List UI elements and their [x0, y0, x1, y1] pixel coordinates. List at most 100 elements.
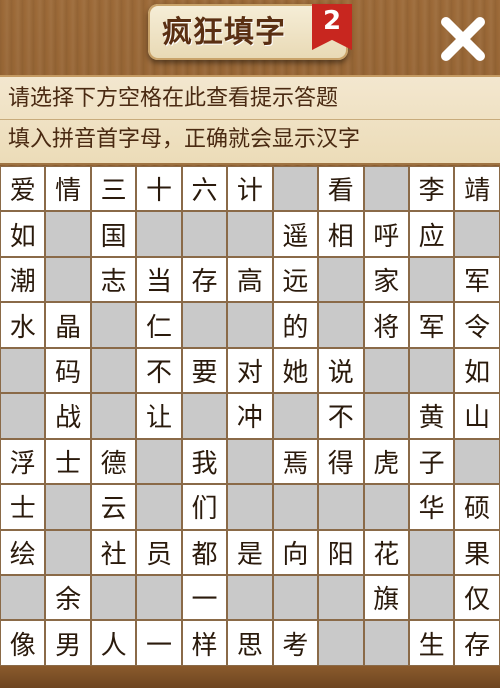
- grid-cell-filled[interactable]: 水: [0, 302, 46, 348]
- grid-cell-filled[interactable]: 华: [408, 484, 455, 530]
- grid-cell-empty[interactable]: [45, 484, 91, 530]
- grid-cell-empty[interactable]: [363, 166, 409, 212]
- grid-cell-empty[interactable]: [0, 347, 46, 394]
- grid-cell-filled[interactable]: 们: [181, 484, 228, 530]
- grid-cell-filled[interactable]: 人: [90, 620, 137, 666]
- grid-cell-filled[interactable]: 计: [227, 166, 273, 212]
- grid-cell-filled[interactable]: 山: [454, 393, 500, 439]
- grid-cell-empty[interactable]: [227, 574, 273, 621]
- grid-cell-empty[interactable]: [272, 484, 319, 530]
- grid-cell-empty[interactable]: [272, 393, 319, 439]
- grid-cell-filled[interactable]: 军: [408, 302, 455, 348]
- grid-cell-empty[interactable]: [363, 620, 409, 666]
- grid-cell-filled[interactable]: 三: [90, 166, 137, 212]
- grid-cell-filled[interactable]: 云: [90, 484, 137, 530]
- grid-cell-filled[interactable]: 不: [318, 393, 364, 439]
- grid-cell-empty[interactable]: [318, 484, 364, 530]
- grid-cell-empty[interactable]: [90, 302, 137, 348]
- grid-cell-filled[interactable]: 男: [45, 620, 91, 666]
- grid-cell-empty[interactable]: [408, 574, 455, 621]
- grid-cell-filled[interactable]: 余: [45, 574, 91, 621]
- grid-cell-filled[interactable]: 社: [90, 529, 137, 575]
- grid-cell-empty[interactable]: [363, 484, 409, 530]
- grid-cell-filled[interactable]: 不: [136, 347, 182, 394]
- grid-cell-empty[interactable]: [318, 574, 364, 621]
- grid-cell-empty[interactable]: [90, 393, 137, 439]
- grid-cell-filled[interactable]: 花: [363, 529, 409, 575]
- grid-cell-empty[interactable]: [408, 347, 455, 394]
- grid-cell-empty[interactable]: [318, 256, 364, 303]
- grid-cell-empty[interactable]: [0, 574, 46, 621]
- grid-cell-empty[interactable]: [45, 529, 91, 575]
- grid-cell-filled[interactable]: 一: [181, 574, 228, 621]
- grid-cell-filled[interactable]: 十: [136, 166, 182, 212]
- grid-cell-empty[interactable]: [408, 529, 455, 575]
- grid-cell-filled[interactable]: 军: [454, 256, 500, 303]
- grid-cell-filled[interactable]: 的: [272, 302, 319, 348]
- grid-cell-empty[interactable]: [181, 302, 228, 348]
- grid-cell-empty[interactable]: [0, 393, 46, 439]
- grid-cell-filled[interactable]: 生: [408, 620, 455, 666]
- grid-cell-filled[interactable]: 让: [136, 393, 182, 439]
- grid-cell-empty[interactable]: [363, 347, 409, 394]
- grid-cell-empty[interactable]: [181, 393, 228, 439]
- grid-cell-filled[interactable]: 李: [408, 166, 455, 212]
- grid-cell-empty[interactable]: [181, 211, 228, 257]
- grid-cell-filled[interactable]: 国: [90, 211, 137, 257]
- grid-cell-filled[interactable]: 看: [318, 166, 364, 212]
- grid-cell-empty[interactable]: [454, 211, 500, 257]
- grid-cell-filled[interactable]: 绘: [0, 529, 46, 575]
- grid-cell-empty[interactable]: [272, 574, 319, 621]
- grid-cell-empty[interactable]: [45, 256, 91, 303]
- grid-cell-empty[interactable]: [136, 211, 182, 257]
- grid-cell-filled[interactable]: 都: [181, 529, 228, 575]
- grid-cell-filled[interactable]: 对: [227, 347, 273, 394]
- grid-cell-empty[interactable]: [227, 438, 273, 485]
- grid-cell-filled[interactable]: 阳: [318, 529, 364, 575]
- grid-cell-filled[interactable]: 得: [318, 438, 364, 485]
- grid-cell-empty[interactable]: [227, 211, 273, 257]
- grid-cell-filled[interactable]: 考: [272, 620, 319, 666]
- grid-cell-filled[interactable]: 德: [90, 438, 137, 485]
- grid-cell-filled[interactable]: 高: [227, 256, 273, 303]
- grid-cell-filled[interactable]: 令: [454, 302, 500, 348]
- grid-cell-filled[interactable]: 士: [0, 484, 46, 530]
- grid-cell-empty[interactable]: [454, 438, 500, 485]
- grid-cell-filled[interactable]: 焉: [272, 438, 319, 485]
- grid-cell-filled[interactable]: 码: [45, 347, 91, 394]
- grid-cell-filled[interactable]: 虎: [363, 438, 409, 485]
- grid-cell-filled[interactable]: 家: [363, 256, 409, 303]
- grid-cell-filled[interactable]: 思: [227, 620, 273, 666]
- grid-cell-empty[interactable]: [318, 620, 364, 666]
- grid-cell-empty[interactable]: [227, 484, 273, 530]
- grid-cell-filled[interactable]: 仁: [136, 302, 182, 348]
- grid-cell-filled[interactable]: 仅: [454, 574, 500, 621]
- grid-cell-filled[interactable]: 样: [181, 620, 228, 666]
- grid-cell-empty[interactable]: [136, 484, 182, 530]
- grid-cell-filled[interactable]: 果: [454, 529, 500, 575]
- grid-cell-filled[interactable]: 我: [181, 438, 228, 485]
- grid-cell-filled[interactable]: 员: [136, 529, 182, 575]
- grid-cell-filled[interactable]: 黄: [408, 393, 455, 439]
- grid-cell-empty[interactable]: [408, 256, 455, 303]
- grid-cell-filled[interactable]: 旗: [363, 574, 409, 621]
- grid-cell-filled[interactable]: 爱: [0, 166, 46, 212]
- grid-cell-filled[interactable]: 当: [136, 256, 182, 303]
- grid-cell-filled[interactable]: 相: [318, 211, 364, 257]
- grid-cell-filled[interactable]: 冲: [227, 393, 273, 439]
- grid-cell-filled[interactable]: 一: [136, 620, 182, 666]
- grid-cell-filled[interactable]: 晶: [45, 302, 91, 348]
- grid-cell-filled[interactable]: 像: [0, 620, 46, 666]
- grid-cell-empty[interactable]: [136, 438, 182, 485]
- grid-cell-empty[interactable]: [45, 211, 91, 257]
- grid-cell-filled[interactable]: 存: [454, 620, 500, 666]
- grid-cell-empty[interactable]: [227, 302, 273, 348]
- grid-cell-filled[interactable]: 她: [272, 347, 319, 394]
- grid-cell-filled[interactable]: 硕: [454, 484, 500, 530]
- grid-cell-filled[interactable]: 浮: [0, 438, 46, 485]
- grid-cell-filled[interactable]: 遥: [272, 211, 319, 257]
- grid-cell-filled[interactable]: 将: [363, 302, 409, 348]
- grid-cell-filled[interactable]: 呼: [363, 211, 409, 257]
- grid-cell-filled[interactable]: 如: [0, 211, 46, 257]
- grid-cell-filled[interactable]: 如: [454, 347, 500, 394]
